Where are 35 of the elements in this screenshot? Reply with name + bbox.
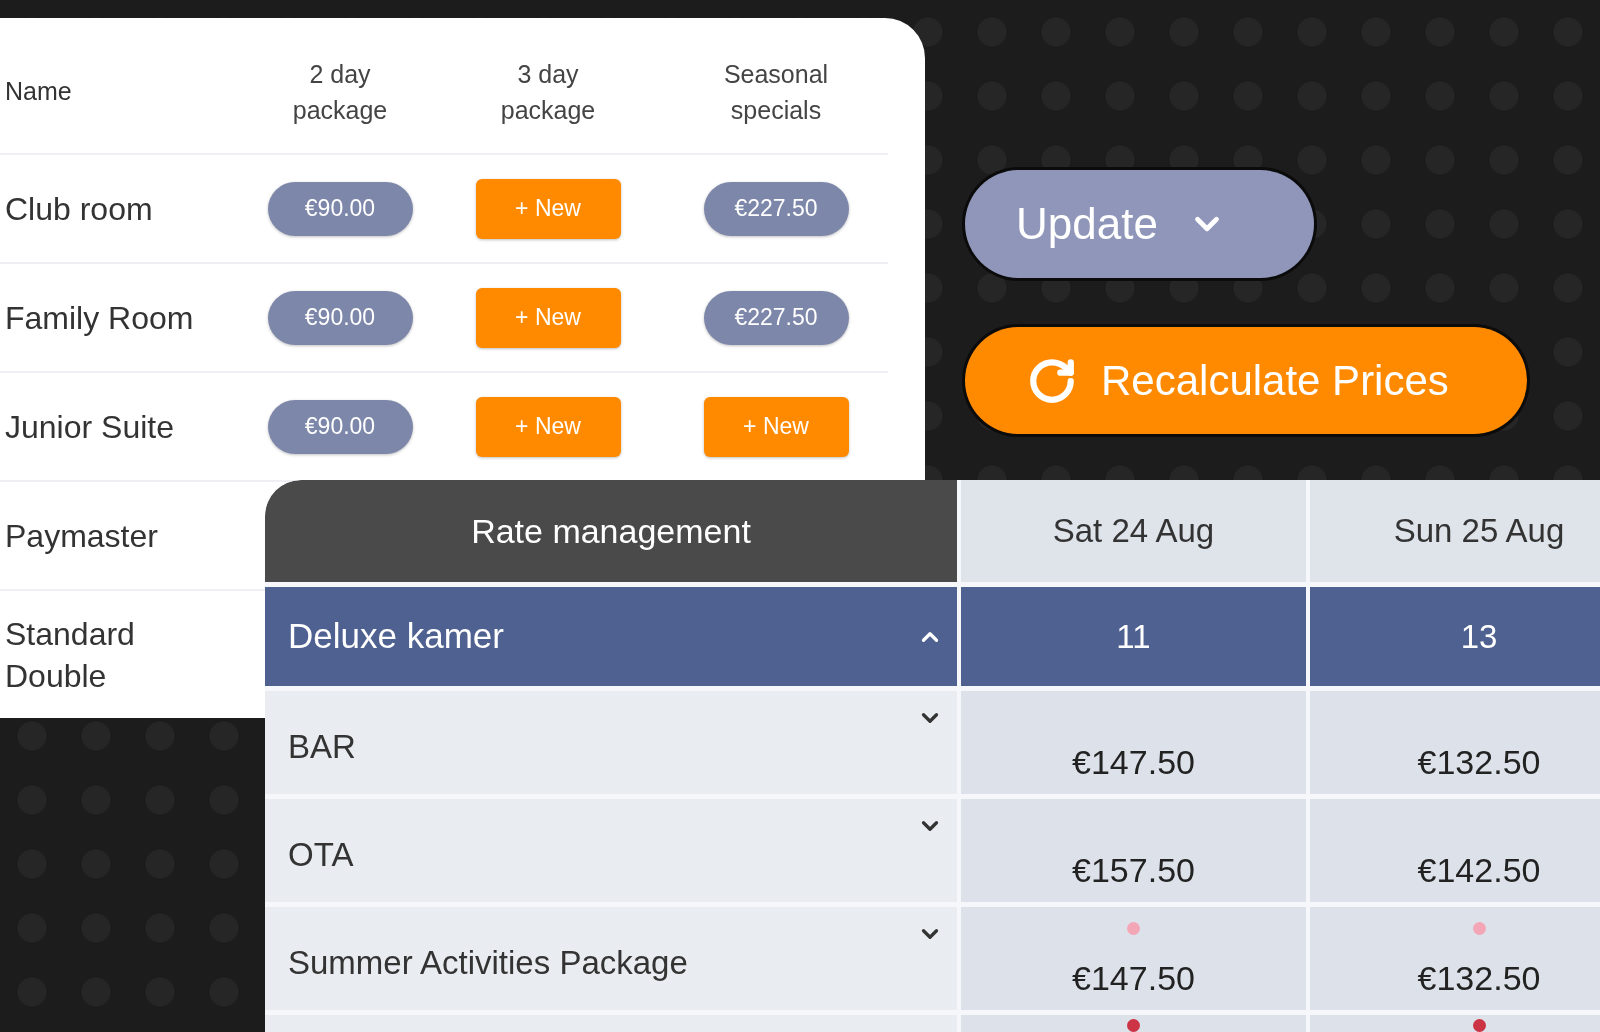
- price-text: €147.50: [1072, 742, 1195, 782]
- availability-cell: 13: [1310, 587, 1600, 686]
- availability-cell: 11: [961, 587, 1306, 686]
- room-name: Paymaster: [4, 516, 158, 556]
- rate-plan-label: OTA: [288, 834, 354, 875]
- price-pill[interactable]: €90.00: [267, 399, 413, 454]
- update-button[interactable]: Update: [965, 170, 1314, 278]
- new-button[interactable]: + New: [703, 396, 849, 457]
- rate-management-header: Rate management: [265, 480, 957, 582]
- price-pill[interactable]: €90.00: [267, 181, 413, 236]
- room-name: Family Room: [4, 298, 194, 338]
- recalculate-prices-button[interactable]: Recalculate Prices: [965, 327, 1527, 434]
- date-header: Sat 24 Aug: [961, 480, 1306, 582]
- new-button[interactable]: + New: [475, 287, 621, 348]
- column-header: Name: [4, 75, 72, 107]
- column-header: 3 day package: [499, 58, 597, 126]
- price-pill[interactable]: €227.50: [703, 290, 849, 345]
- rate-plan-label: Summer Activities Package: [288, 942, 688, 983]
- price-pill[interactable]: €227.50: [703, 181, 849, 236]
- room-name: Standard Double: [4, 614, 136, 696]
- room-name: Club room: [4, 189, 153, 229]
- new-button[interactable]: + New: [475, 396, 621, 457]
- column-header: 2 day package: [291, 58, 389, 126]
- price-text: €142.50: [1417, 850, 1541, 890]
- date-header: Sun 25 Aug: [1310, 480, 1600, 582]
- rate-plan-label: BAR: [288, 726, 356, 767]
- price-text: €147.50: [1072, 958, 1195, 998]
- price-text: €132.50: [1417, 742, 1541, 782]
- price-text: €132.50: [1417, 958, 1541, 998]
- column-header: Seasonal specials: [722, 58, 830, 126]
- room-type-label: Deluxe kamer: [288, 615, 504, 658]
- price-pill[interactable]: €90.00: [267, 290, 413, 345]
- room-name: Junior Suite: [4, 407, 174, 447]
- new-button[interactable]: + New: [475, 178, 621, 239]
- price-text: €157.50: [1072, 850, 1195, 890]
